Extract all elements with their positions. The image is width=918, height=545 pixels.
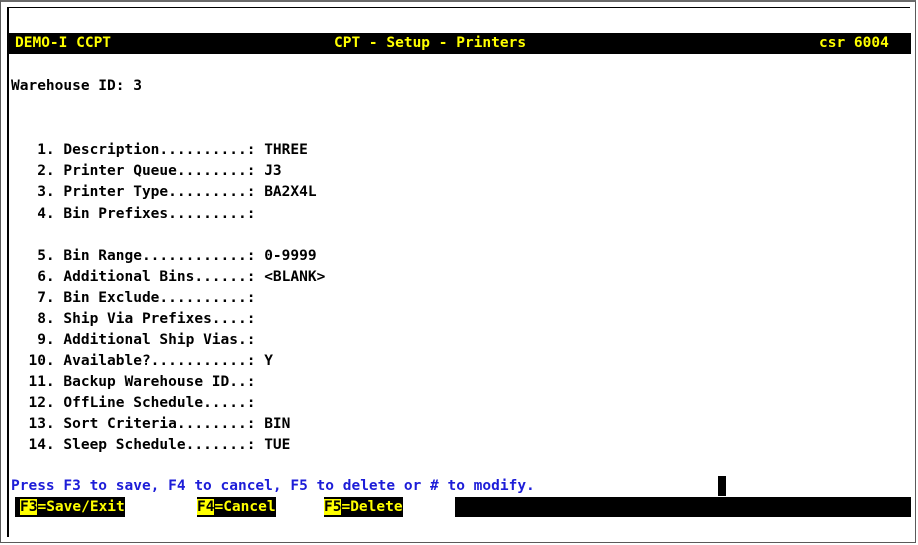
header-bar: DEMO-I CCPT CPT - Setup - Printers csr 6…	[8, 33, 911, 54]
function-key-bar: F3=Save/Exit F4=Cancel F5=Delete	[15, 497, 911, 517]
field-row[interactable]: 1. Description..........: THREE	[11, 117, 308, 158]
fkey-code: F5	[324, 499, 342, 515]
f5-delete-button[interactable]: F5=Delete	[324, 497, 403, 517]
command-prompt: Press F3 to save, F4 to cancel, F5 to de…	[11, 478, 535, 494]
fkey-bar-fill	[455, 497, 911, 517]
field-row[interactable]: 10. Available?...........: Y	[11, 328, 272, 369]
field-row[interactable]: 7. Bin Exclude..........:	[11, 265, 264, 306]
header-left: DEMO-I CCPT	[15, 35, 112, 51]
header-title: CPT - Setup - Printers	[334, 35, 527, 51]
field-row[interactable]: 9. Additional Ship Vias.:	[11, 307, 264, 348]
warehouse-id-line: Warehouse ID: 3	[11, 78, 142, 94]
f4-cancel-button[interactable]: F4=Cancel	[197, 497, 276, 517]
text-cursor[interactable]	[718, 476, 726, 496]
fkey-label: Save/Exit	[46, 499, 125, 515]
field-value[interactable]: Y	[264, 353, 273, 369]
field-value[interactable]: <BLANK>	[264, 269, 325, 285]
field-label: 14. Sleep Schedule.......:	[28, 437, 256, 453]
field-row[interactable]: 6. Additional Bins......: <BLANK>	[11, 244, 325, 285]
field-value[interactable]: BA2X4L	[264, 184, 316, 200]
field-value[interactable]: TUE	[264, 437, 290, 453]
field-row[interactable]: 4. Bin Prefixes.........:	[11, 181, 264, 222]
f3-save-exit-button[interactable]: F3=Save/Exit	[20, 497, 125, 517]
fkey-label: Delete	[350, 499, 403, 515]
field-row[interactable]: 11. Backup Warehouse ID..:	[11, 349, 264, 390]
field-row[interactable]: 13. Sort Criteria........: BIN	[11, 391, 290, 432]
field-label: 4. Bin Prefixes.........:	[28, 206, 256, 222]
field-row[interactable]: 8. Ship Via Prefixes....:	[11, 286, 264, 327]
fkey-label: Cancel	[223, 499, 276, 515]
field-row[interactable]: 2. Printer Queue........: J3	[11, 138, 281, 179]
field-row[interactable]: 12. OffLine Schedule.....:	[11, 370, 264, 411]
field-row[interactable]: 5. Bin Range............: 0-9999	[11, 223, 316, 264]
fkey-code: F3	[20, 499, 38, 515]
fkey-code: F4	[197, 499, 215, 515]
header-right: csr 6004	[819, 35, 889, 51]
field-row[interactable]: 14. Sleep Schedule.......: TUE	[11, 412, 290, 453]
field-row[interactable]: 3. Printer Type.........: BA2X4L	[11, 159, 316, 200]
